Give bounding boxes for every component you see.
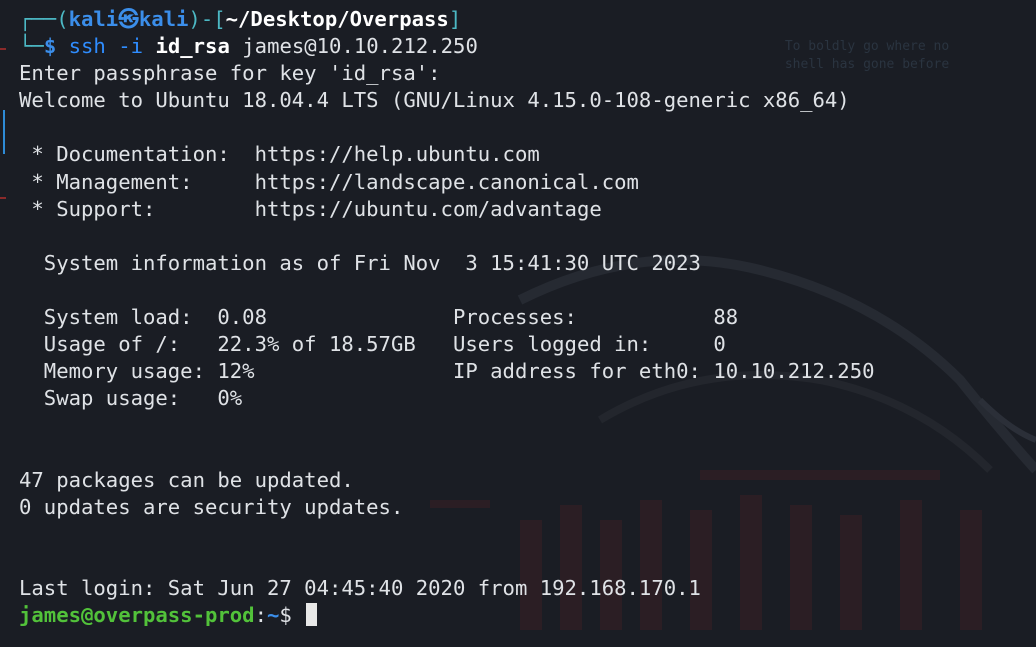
stat-left: Usage of /: 22.3% of 18.57GB xyxy=(19,332,453,357)
prompt-line-top: ┌──(kali㉿kali)-[~/Desktop/Overpass] xyxy=(0,6,1036,33)
stat-row: Usage of /: 22.3% of 18.57GB Users logge… xyxy=(0,331,1036,358)
link-label: * Documentation: xyxy=(19,142,255,167)
link-line: * Documentation: https://help.ubuntu.com xyxy=(0,141,1036,168)
welcome-line: Welcome to Ubuntu 18.04.4 LTS (GNU/Linux… xyxy=(19,88,850,113)
text-cursor[interactable] xyxy=(306,603,318,627)
prompt-box-bottom: └─ xyxy=(19,34,44,59)
stat-right: Users logged in: 0 xyxy=(452,332,726,357)
prompt-dollar: $ xyxy=(43,34,57,59)
stat-row: Swap usage: 0% xyxy=(0,385,1036,412)
link-line: * Support: https://ubuntu.com/advantage xyxy=(0,196,1036,223)
passphrase-line: Enter passphrase for key 'id_rsa': xyxy=(19,61,441,86)
remote-userhost: james@overpass-prod xyxy=(19,603,255,628)
link-label: * Management: xyxy=(19,169,255,194)
remote-dollar: $ xyxy=(279,603,305,628)
command-name: ssh xyxy=(68,34,106,59)
command-flag: -i xyxy=(118,34,144,59)
stat-right: IP address for eth0: 10.10.212.250 xyxy=(452,359,875,384)
remote-prompt-line[interactable]: james@overpass-prod:~$ xyxy=(0,602,1036,629)
stat-left: System load: 0.08 xyxy=(19,305,453,330)
stat-row: System load: 0.08 Processes: 88 xyxy=(0,304,1036,331)
updates-line: 47 packages can be updated. xyxy=(19,467,354,492)
link-label: * Support: xyxy=(19,196,255,221)
prompt-host: kali xyxy=(138,7,189,31)
prompt-user: kali xyxy=(68,7,119,31)
prompt-path: ~/Desktop/Overpass xyxy=(225,7,449,31)
prompt-box-top: ┌──( xyxy=(19,7,69,31)
stat-right: Processes: 88 xyxy=(452,305,739,330)
prompt-close: ] xyxy=(448,7,462,31)
link-url[interactable]: https://ubuntu.com/advantage xyxy=(255,197,602,221)
stat-row: Memory usage: 12% IP address for eth0: 1… xyxy=(0,358,1036,385)
stat-left: Swap usage: 0% xyxy=(19,386,243,411)
command-target: james@10.10.212.250 xyxy=(242,34,478,59)
prompt-mid: )-[ xyxy=(188,7,226,31)
last-login-line: Last login: Sat Jun 27 04:45:40 2020 fro… xyxy=(19,575,701,600)
command-keyfile: id_rsa xyxy=(155,34,230,59)
stat-left: Memory usage: 12% xyxy=(19,359,453,384)
command-line: └─$ ssh -i id_rsa james@10.10.212.250 xyxy=(0,33,1036,60)
remote-sep: : xyxy=(254,603,267,628)
sysinfo-header: System information as of Fri Nov 3 15:41… xyxy=(19,250,701,275)
remote-path: ~ xyxy=(266,603,280,628)
kali-at-icon: ㉿ xyxy=(118,7,139,31)
link-line: * Management: https://landscape.canonica… xyxy=(0,169,1036,196)
link-url[interactable]: https://help.ubuntu.com xyxy=(255,142,540,166)
security-line: 0 updates are security updates. xyxy=(19,494,404,519)
terminal-output[interactable]: ┌──(kali㉿kali)-[~/Desktop/Overpass] └─$ … xyxy=(0,0,1036,647)
link-url[interactable]: https://landscape.canonical.com xyxy=(255,170,639,194)
